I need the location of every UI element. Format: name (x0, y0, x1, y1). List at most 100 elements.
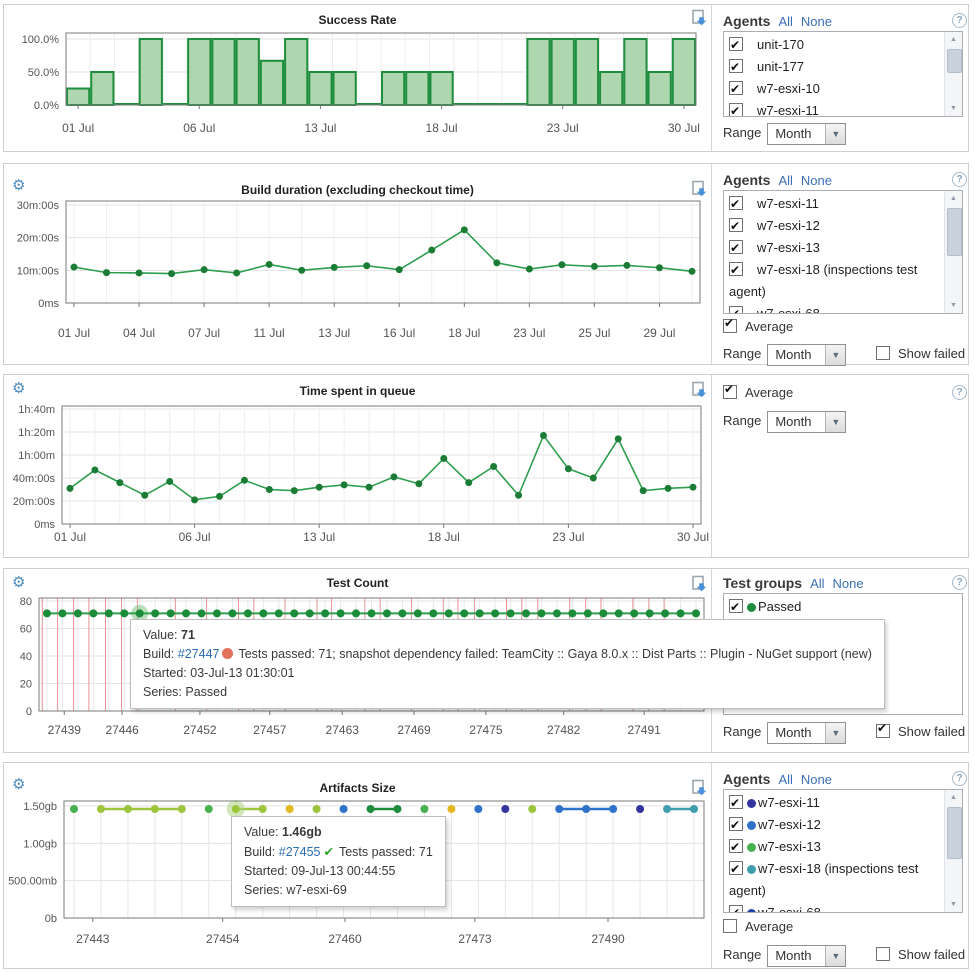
range-row: RangeMonth▼ (723, 123, 846, 145)
scroll-down-icon[interactable]: ▼ (945, 897, 962, 912)
export-chart-icon[interactable] (691, 575, 709, 593)
select-all-link[interactable]: All (778, 173, 792, 188)
checkbox[interactable] (729, 306, 743, 314)
checkbox[interactable] (729, 905, 743, 913)
export-chart-icon[interactable] (691, 779, 709, 797)
list-item[interactable]: unit-177 (729, 56, 940, 78)
svg-text:06 Jul: 06 Jul (183, 121, 215, 135)
scroll-up-icon[interactable]: ▲ (945, 790, 962, 805)
panel-divider (711, 164, 712, 364)
svg-text:18 Jul: 18 Jul (426, 121, 458, 135)
scroll-up-icon[interactable]: ▲ (945, 191, 962, 206)
success-rate-chart[interactable]: 0.0%50.0%100.0%01 Jul06 Jul13 Jul18 Jul2… (4, 5, 716, 153)
checkbox[interactable] (729, 795, 743, 809)
checkbox[interactable] (729, 218, 743, 232)
build-link[interactable]: #27455 (279, 845, 321, 859)
scroll-thumb[interactable] (947, 49, 962, 73)
help-icon[interactable]: ? (952, 172, 967, 187)
checkbox[interactable] (729, 37, 743, 51)
checkbox[interactable] (729, 839, 743, 853)
list-item[interactable]: w7-esxi-18 (inspections test agent) (729, 858, 940, 902)
select-none-link[interactable]: None (801, 173, 832, 188)
svg-text:60: 60 (20, 624, 32, 636)
average-checkbox[interactable] (723, 385, 737, 399)
list-item[interactable]: w7-esxi-11 (729, 100, 940, 117)
scroll-down-icon[interactable]: ▼ (945, 101, 962, 116)
scroll-thumb[interactable] (947, 208, 962, 256)
build-link[interactable]: #27447 (178, 647, 220, 661)
list-item[interactable]: w7-esxi-68 (729, 303, 940, 314)
range-select[interactable]: Month▼ (767, 411, 846, 433)
panel-header: Agents (723, 172, 770, 188)
list-item[interactable]: w7-esxi-13 (729, 237, 940, 259)
artifacts-size-widget: ⚙ Artifacts Size 0b500.00mb1.00gb1.50gb2… (3, 762, 969, 969)
average-checkbox[interactable] (723, 319, 737, 333)
help-icon[interactable]: ? (952, 575, 967, 590)
list-item[interactable]: w7-esxi-12 (729, 215, 940, 237)
svg-text:16 Jul: 16 Jul (383, 326, 415, 340)
svg-text:29 Jul: 29 Jul (643, 326, 675, 340)
list-item[interactable]: w7-esxi-13 (729, 836, 940, 858)
svg-text:06 Jul: 06 Jul (179, 530, 211, 544)
select-all-link[interactable]: All (810, 576, 824, 591)
list-item[interactable]: w7-esxi-18 (inspections test agent) (729, 259, 940, 303)
checkbox[interactable] (729, 817, 743, 831)
panel-header: Test groups (723, 575, 802, 591)
export-chart-icon[interactable] (691, 381, 709, 399)
range-row: RangeMonth▼ (723, 411, 846, 433)
range-select[interactable]: Month▼ (767, 945, 846, 967)
queue-time-chart[interactable]: 0ms20m:00s40m:00s1h:00m1h:20m1h:40m01 Ju… (4, 375, 716, 559)
help-icon[interactable]: ? (952, 385, 967, 400)
scrollbar[interactable]: ▲▼ (944, 790, 962, 912)
range-select[interactable]: Month▼ (767, 722, 846, 744)
checkbox[interactable] (729, 861, 743, 875)
svg-text:11 Jul: 11 Jul (254, 326, 285, 340)
list-item[interactable]: w7-esxi-68 (729, 902, 940, 913)
help-icon[interactable]: ? (952, 13, 967, 28)
svg-text:100.0%: 100.0% (22, 34, 60, 46)
select-none-link[interactable]: None (801, 772, 832, 787)
svg-text:18 Jul: 18 Jul (448, 326, 480, 340)
list-item[interactable]: w7-esxi-10 (729, 78, 940, 100)
build-duration-chart[interactable]: 0ms10m:00s20m:00s30m:00s01 Jul04 Jul07 J… (4, 164, 716, 366)
help-icon[interactable]: ? (952, 771, 967, 786)
select-none-link[interactable]: None (801, 14, 832, 29)
checkbox[interactable] (729, 59, 743, 73)
export-chart-icon[interactable] (691, 9, 709, 27)
panel-header: Agents (723, 771, 770, 787)
scroll-down-icon[interactable]: ▼ (945, 298, 962, 313)
list-item[interactable]: w7-esxi-12 (729, 814, 940, 836)
range-select[interactable]: Month▼ (767, 123, 846, 145)
scroll-up-icon[interactable]: ▲ (945, 32, 962, 47)
select-none-link[interactable]: None (833, 576, 864, 591)
list-item[interactable]: unit-170 (729, 34, 940, 56)
select-all-link[interactable]: All (778, 772, 792, 787)
svg-text:80: 80 (20, 596, 32, 608)
checkbox[interactable] (729, 81, 743, 95)
scrollbar[interactable]: ▲▼ (944, 32, 962, 116)
svg-text:1.00gb: 1.00gb (23, 838, 57, 850)
checkbox[interactable] (729, 240, 743, 254)
show-failed-checkbox[interactable] (876, 947, 890, 961)
list-item[interactable]: w7-esxi-11 (729, 792, 940, 814)
scrollbar[interactable]: ▲▼ (944, 191, 962, 313)
show-failed-checkbox[interactable] (876, 346, 890, 360)
checkbox[interactable] (729, 103, 743, 117)
checkbox[interactable] (729, 262, 743, 276)
export-chart-icon[interactable] (691, 180, 709, 198)
svg-text:01 Jul: 01 Jul (62, 121, 94, 135)
svg-text:27463: 27463 (326, 723, 360, 737)
checkbox[interactable] (729, 196, 743, 210)
select-all-link[interactable]: All (778, 14, 792, 29)
average-checkbox[interactable] (723, 919, 737, 933)
checkbox[interactable] (729, 599, 743, 613)
list-item[interactable]: Passed (729, 596, 956, 618)
options-panel: ? Average RangeMonth▼ (723, 375, 963, 557)
show-failed-checkbox[interactable] (876, 724, 890, 738)
svg-text:27439: 27439 (48, 723, 82, 737)
list-item[interactable]: w7-esxi-11 (729, 193, 940, 215)
queue-time-widget: ⚙ Time spent in queue 0ms20m:00s40m:00s1… (3, 374, 969, 558)
range-select[interactable]: Month▼ (767, 344, 846, 366)
svg-text:27446: 27446 (105, 723, 139, 737)
scroll-thumb[interactable] (947, 807, 962, 859)
